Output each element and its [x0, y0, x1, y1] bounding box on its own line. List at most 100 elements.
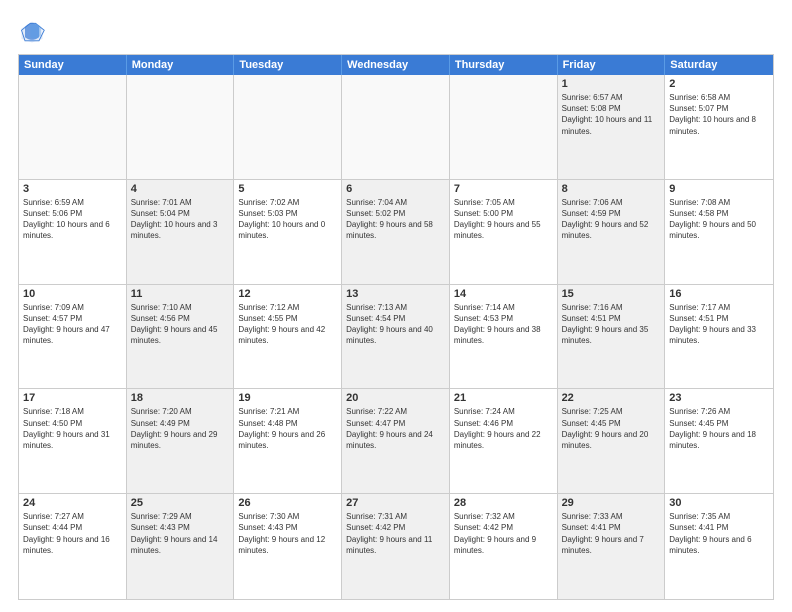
day-info: Sunrise: 7:02 AM Sunset: 5:03 PM Dayligh… [238, 197, 337, 242]
day-info: Sunrise: 7:18 AM Sunset: 4:50 PM Dayligh… [23, 406, 122, 451]
day-number: 12 [238, 288, 337, 300]
day-cell-14: 14 Sunrise: 7:14 AM Sunset: 4:53 PM Dayli… [450, 285, 558, 389]
day-cell-1: 1 Sunrise: 6:57 AM Sunset: 5:08 PM Daylig… [558, 75, 666, 179]
day-info: Sunrise: 7:05 AM Sunset: 5:00 PM Dayligh… [454, 197, 553, 242]
day-cell-28: 28 Sunrise: 7:32 AM Sunset: 4:42 PM Dayli… [450, 494, 558, 599]
calendar-week-1: 3 Sunrise: 6:59 AM Sunset: 5:06 PM Daylig… [19, 180, 773, 285]
header-day-friday: Friday [558, 55, 666, 75]
day-info: Sunrise: 7:31 AM Sunset: 4:42 PM Dayligh… [346, 511, 445, 556]
day-cell-20: 20 Sunrise: 7:22 AM Sunset: 4:47 PM Dayli… [342, 389, 450, 493]
day-cell-7: 7Sunrise: 7:05 AM Sunset: 5:00 PM Daylig… [450, 180, 558, 284]
day-number: 1 [562, 78, 661, 90]
day-cell-8: 8 Sunrise: 7:06 AM Sunset: 4:59 PM Daylig… [558, 180, 666, 284]
header-day-tuesday: Tuesday [234, 55, 342, 75]
day-number: 16 [669, 288, 769, 300]
day-cell-15: 15 Sunrise: 7:16 AM Sunset: 4:51 PM Dayli… [558, 285, 666, 389]
day-info: Sunrise: 7:27 AM Sunset: 4:44 PM Dayligh… [23, 511, 122, 556]
day-info: Sunrise: 7:14 AM Sunset: 4:53 PM Dayligh… [454, 302, 553, 347]
day-number: 3 [23, 183, 122, 195]
day-number: 15 [562, 288, 661, 300]
calendar-week-2: 10 Sunrise: 7:09 AM Sunset: 4:57 PM Dayli… [19, 285, 773, 390]
day-cell-27: 27 Sunrise: 7:31 AM Sunset: 4:42 PM Dayli… [342, 494, 450, 599]
day-cell-18: 18 Sunrise: 7:20 AM Sunset: 4:49 PM Dayli… [127, 389, 235, 493]
day-number: 28 [454, 497, 553, 509]
calendar-body: 1 Sunrise: 6:57 AM Sunset: 5:08 PM Daylig… [19, 75, 773, 599]
day-number: 20 [346, 392, 445, 404]
day-info: Sunrise: 7:22 AM Sunset: 4:47 PM Dayligh… [346, 406, 445, 451]
day-number: 11 [131, 288, 230, 300]
day-number: 13 [346, 288, 445, 300]
day-number: 17 [23, 392, 122, 404]
calendar-week-4: 24 Sunrise: 7:27 AM Sunset: 4:44 PM Dayli… [19, 494, 773, 599]
day-cell-25: 25 Sunrise: 7:29 AM Sunset: 4:43 PM Dayli… [127, 494, 235, 599]
day-number: 25 [131, 497, 230, 509]
day-info: Sunrise: 6:57 AM Sunset: 5:08 PM Dayligh… [562, 92, 661, 137]
day-cell-11: 11Sunrise: 7:10 AM Sunset: 4:56 PM Dayli… [127, 285, 235, 389]
day-number: 29 [562, 497, 661, 509]
day-cell-13: 13Sunrise: 7:13 AM Sunset: 4:54 PM Dayli… [342, 285, 450, 389]
day-number: 21 [454, 392, 553, 404]
day-number: 8 [562, 183, 661, 195]
day-info: Sunrise: 7:26 AM Sunset: 4:45 PM Dayligh… [669, 406, 769, 451]
calendar-header: SundayMondayTuesdayWednesdayThursdayFrid… [19, 55, 773, 75]
day-cell-17: 17 Sunrise: 7:18 AM Sunset: 4:50 PM Dayli… [19, 389, 127, 493]
day-number: 5 [238, 183, 337, 195]
day-info: Sunrise: 7:12 AM Sunset: 4:55 PM Dayligh… [238, 302, 337, 347]
day-info: Sunrise: 7:24 AM Sunset: 4:46 PM Dayligh… [454, 406, 553, 451]
day-cell-21: 21 Sunrise: 7:24 AM Sunset: 4:46 PM Dayli… [450, 389, 558, 493]
day-cell-12: 12 Sunrise: 7:12 AM Sunset: 4:55 PM Dayli… [234, 285, 342, 389]
day-number: 14 [454, 288, 553, 300]
day-cell-6: 6Sunrise: 7:04 AM Sunset: 5:02 PM Daylig… [342, 180, 450, 284]
logo [18, 18, 50, 46]
day-cell-4: 4 Sunrise: 7:01 AM Sunset: 5:04 PM Daylig… [127, 180, 235, 284]
day-number: 10 [23, 288, 122, 300]
day-info: Sunrise: 7:33 AM Sunset: 4:41 PM Dayligh… [562, 511, 661, 556]
empty-cell [450, 75, 558, 179]
day-info: Sunrise: 7:09 AM Sunset: 4:57 PM Dayligh… [23, 302, 122, 347]
day-info: Sunrise: 7:16 AM Sunset: 4:51 PM Dayligh… [562, 302, 661, 347]
header-day-sunday: Sunday [19, 55, 127, 75]
day-cell-29: 29 Sunrise: 7:33 AM Sunset: 4:41 PM Dayli… [558, 494, 666, 599]
day-info: Sunrise: 7:06 AM Sunset: 4:59 PM Dayligh… [562, 197, 661, 242]
day-info: Sunrise: 7:21 AM Sunset: 4:48 PM Dayligh… [238, 406, 337, 451]
header-day-saturday: Saturday [665, 55, 773, 75]
logo-icon [18, 18, 46, 46]
day-cell-10: 10 Sunrise: 7:09 AM Sunset: 4:57 PM Dayli… [19, 285, 127, 389]
day-info: Sunrise: 7:01 AM Sunset: 5:04 PM Dayligh… [131, 197, 230, 242]
header-day-wednesday: Wednesday [342, 55, 450, 75]
day-cell-9: 9 Sunrise: 7:08 AM Sunset: 4:58 PM Daylig… [665, 180, 773, 284]
calendar-week-0: 1 Sunrise: 6:57 AM Sunset: 5:08 PM Daylig… [19, 75, 773, 180]
day-info: Sunrise: 7:30 AM Sunset: 4:43 PM Dayligh… [238, 511, 337, 556]
day-cell-5: 5 Sunrise: 7:02 AM Sunset: 5:03 PM Daylig… [234, 180, 342, 284]
day-cell-16: 16 Sunrise: 7:17 AM Sunset: 4:51 PM Dayli… [665, 285, 773, 389]
empty-cell [234, 75, 342, 179]
day-info: Sunrise: 7:08 AM Sunset: 4:58 PM Dayligh… [669, 197, 769, 242]
empty-cell [342, 75, 450, 179]
day-number: 9 [669, 183, 769, 195]
day-number: 4 [131, 183, 230, 195]
day-cell-30: 30Sunrise: 7:35 AM Sunset: 4:41 PM Dayli… [665, 494, 773, 599]
day-cell-19: 19 Sunrise: 7:21 AM Sunset: 4:48 PM Dayli… [234, 389, 342, 493]
day-number: 18 [131, 392, 230, 404]
day-number: 27 [346, 497, 445, 509]
calendar: SundayMondayTuesdayWednesdayThursdayFrid… [18, 54, 774, 600]
day-number: 19 [238, 392, 337, 404]
day-number: 26 [238, 497, 337, 509]
day-cell-22: 22 Sunrise: 7:25 AM Sunset: 4:45 PM Dayli… [558, 389, 666, 493]
day-info: Sunrise: 6:59 AM Sunset: 5:06 PM Dayligh… [23, 197, 122, 242]
day-info: Sunrise: 7:29 AM Sunset: 4:43 PM Dayligh… [131, 511, 230, 556]
day-info: Sunrise: 7:20 AM Sunset: 4:49 PM Dayligh… [131, 406, 230, 451]
day-cell-24: 24 Sunrise: 7:27 AM Sunset: 4:44 PM Dayli… [19, 494, 127, 599]
calendar-week-3: 17 Sunrise: 7:18 AM Sunset: 4:50 PM Dayli… [19, 389, 773, 494]
day-info: Sunrise: 7:32 AM Sunset: 4:42 PM Dayligh… [454, 511, 553, 556]
day-cell-3: 3 Sunrise: 6:59 AM Sunset: 5:06 PM Daylig… [19, 180, 127, 284]
day-number: 24 [23, 497, 122, 509]
top-section [18, 18, 774, 46]
empty-cell [19, 75, 127, 179]
day-info: Sunrise: 7:25 AM Sunset: 4:45 PM Dayligh… [562, 406, 661, 451]
day-info: Sunrise: 7:17 AM Sunset: 4:51 PM Dayligh… [669, 302, 769, 347]
day-info: Sunrise: 6:58 AM Sunset: 5:07 PM Dayligh… [669, 92, 769, 137]
day-number: 22 [562, 392, 661, 404]
day-cell-23: 23Sunrise: 7:26 AM Sunset: 4:45 PM Dayli… [665, 389, 773, 493]
empty-cell [127, 75, 235, 179]
